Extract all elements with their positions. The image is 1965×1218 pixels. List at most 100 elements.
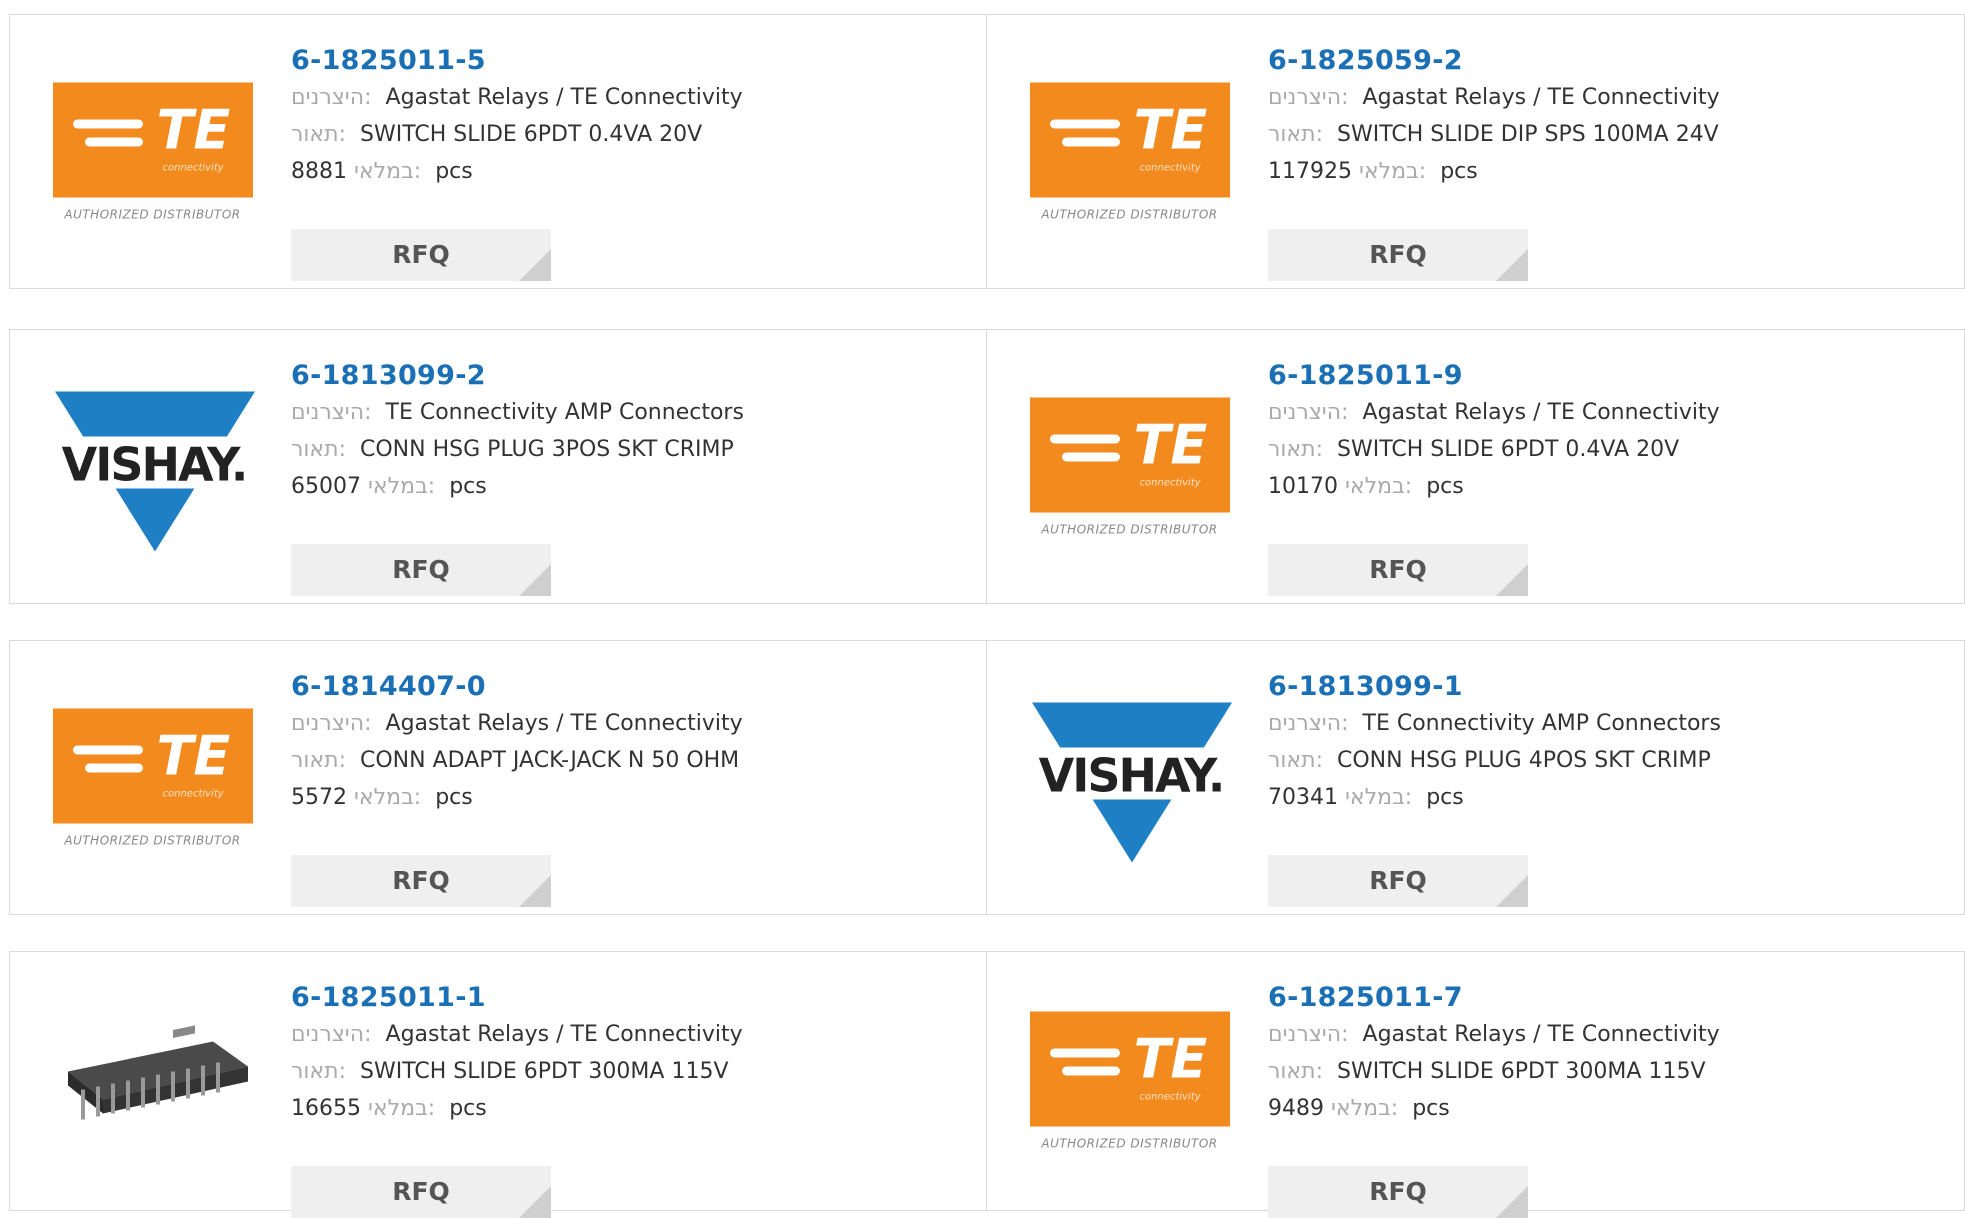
manufacturer-row: היצרנים: Agastat Relays / TE Connectivit… <box>291 79 967 116</box>
stock-unit: pcs <box>1426 474 1464 499</box>
authorized-distributor-text: AUTHORIZED DISTRIBUTOR <box>1041 1136 1218 1151</box>
vishay-wordmark: VISHAY. <box>62 437 247 491</box>
product-image[interactable]: VISHAY. <box>50 379 260 554</box>
description-value: CONN HSG PLUG 3POS SKT CRIMP <box>360 437 734 462</box>
product-card: TE connectivity AUTHORIZED DISTRIBUTOR 6… <box>9 14 988 289</box>
manufacturer-row: היצרנים: Agastat Relays / TE Connectivit… <box>1268 79 1944 116</box>
product-card: TE connectivity AUTHORIZED DISTRIBUTOR 6… <box>986 14 1965 289</box>
description-value: CONN HSG PLUG 4POS SKT CRIMP <box>1337 748 1711 773</box>
rfq-button[interactable]: RFQ <box>291 1166 551 1218</box>
rfq-button[interactable]: RFQ <box>291 544 551 596</box>
part-number-link[interactable]: 6-1814407-0 <box>291 669 967 705</box>
stock-value: 10170 <box>1268 474 1338 499</box>
manufacturer-label: היצרנים: <box>291 1022 372 1047</box>
stock-row: 70341 במלאי: pcs <box>1268 779 1944 816</box>
rfq-button[interactable]: RFQ <box>291 229 551 281</box>
corner-decoration <box>1496 875 1528 907</box>
manufacturer-label: היצרנים: <box>291 85 372 110</box>
manufacturer-value: TE Connectivity AMP Connectors <box>1362 711 1721 736</box>
stock-row: 65007 במלאי: pcs <box>291 468 967 505</box>
product-card: TE connectivity AUTHORIZED DISTRIBUTOR 6… <box>986 951 1965 1218</box>
description-value: SWITCH SLIDE 6PDT 300MA 115V <box>1337 1059 1706 1084</box>
description-label: תאור: <box>1268 437 1323 462</box>
product-image[interactable]: TE connectivity AUTHORIZED DISTRIBUTOR <box>1027 379 1232 554</box>
te-logo: TE connectivity AUTHORIZED DISTRIBUTOR <box>1029 397 1230 536</box>
product-info: 6-1814407-0 היצרנים: Agastat Relays / TE… <box>291 669 967 907</box>
manufacturer-label: היצרנים: <box>1268 1022 1349 1047</box>
product-info: 6-1825011-5 היצרנים: Agastat Relays / TE… <box>291 43 967 281</box>
part-number-link[interactable]: 6-1825011-5 <box>291 43 967 79</box>
authorized-distributor-text: AUTHORIZED DISTRIBUTOR <box>64 207 241 221</box>
description-label: תאור: <box>291 437 346 462</box>
product-info: 6-1825011-9 היצרנים: Agastat Relays / TE… <box>1268 358 1944 596</box>
stock-label: במלאי: <box>368 474 436 499</box>
manufacturer-label: היצרנים: <box>1268 711 1349 736</box>
manufacturer-value: Agastat Relays / TE Connectivity <box>385 1022 743 1047</box>
description-label: תאור: <box>291 122 346 147</box>
corner-decoration <box>1496 249 1528 281</box>
product-image[interactable]: TE connectivity AUTHORIZED DISTRIBUTOR <box>50 64 255 239</box>
stock-value: 9489 <box>1268 1096 1324 1121</box>
description-label: תאור: <box>1268 1059 1323 1084</box>
manufacturer-row: היצרנים: TE Connectivity AMP Connectors <box>1268 705 1944 742</box>
stock-row: 10170 במלאי: pcs <box>1268 468 1944 505</box>
manufacturer-row: היצרנים: Agastat Relays / TE Connectivit… <box>1268 394 1944 431</box>
manufacturer-value: Agastat Relays / TE Connectivity <box>385 85 743 110</box>
stock-unit: pcs <box>1412 1096 1450 1121</box>
stock-label: במלאי: <box>1345 474 1413 499</box>
description-label: תאור: <box>291 748 346 773</box>
corner-decoration <box>519 875 551 907</box>
stock-value: 65007 <box>291 474 361 499</box>
product-image[interactable]: TE connectivity AUTHORIZED DISTRIBUTOR <box>1027 994 1232 1169</box>
rfq-button[interactable]: RFQ <box>291 855 551 907</box>
stock-value: 117925 <box>1268 159 1352 184</box>
description-row: תאור: CONN ADAPT JACK-JACK N 50 OHM <box>291 742 967 779</box>
corner-decoration <box>519 564 551 596</box>
rfq-button[interactable]: RFQ <box>1268 1166 1528 1218</box>
description-value: CONN ADAPT JACK-JACK N 50 OHM <box>360 748 740 773</box>
rfq-label: RFQ <box>1369 866 1427 895</box>
authorized-distributor-text: AUTHORIZED DISTRIBUTOR <box>1041 207 1218 221</box>
stock-row: 5572 במלאי: pcs <box>291 779 967 816</box>
product-image[interactable]: TE connectivity AUTHORIZED DISTRIBUTOR <box>50 690 255 865</box>
description-value: SWITCH SLIDE 6PDT 0.4VA 20V <box>360 122 703 147</box>
rfq-button[interactable]: RFQ <box>1268 855 1528 907</box>
manufacturer-value: Agastat Relays / TE Connectivity <box>1362 400 1720 425</box>
rfq-button[interactable]: RFQ <box>1268 544 1528 596</box>
manufacturer-label: היצרנים: <box>291 400 372 425</box>
manufacturer-value: Agastat Relays / TE Connectivity <box>1362 1022 1720 1047</box>
part-number-link[interactable]: 6-1825059-2 <box>1268 43 1944 79</box>
product-card: 6-1825011-1 היצרנים: Agastat Relays / TE… <box>9 951 988 1218</box>
part-number-link[interactable]: 6-1813099-1 <box>1268 669 1944 705</box>
corner-decoration <box>1496 564 1528 596</box>
description-row: תאור: SWITCH SLIDE 6PDT 0.4VA 20V <box>1268 431 1944 468</box>
product-image[interactable] <box>50 994 255 1169</box>
authorized-distributor-text: AUTHORIZED DISTRIBUTOR <box>64 833 241 847</box>
product-image[interactable]: TE connectivity AUTHORIZED DISTRIBUTOR <box>1027 64 1232 239</box>
description-row: תאור: SWITCH SLIDE 6PDT 0.4VA 20V <box>291 116 967 153</box>
stock-unit: pcs <box>1426 785 1464 810</box>
description-row: תאור: SWITCH SLIDE 6PDT 300MA 115V <box>291 1053 967 1090</box>
product-info: 6-1813099-1 היצרנים: TE Connectivity AMP… <box>1268 669 1944 907</box>
part-number-link[interactable]: 6-1825011-9 <box>1268 358 1944 394</box>
manufacturer-row: היצרנים: Agastat Relays / TE Connectivit… <box>291 1016 967 1053</box>
product-image[interactable]: VISHAY. <box>1027 690 1237 865</box>
product-card: TE connectivity AUTHORIZED DISTRIBUTOR 6… <box>986 329 1965 604</box>
rfq-label: RFQ <box>392 555 450 584</box>
rfq-label: RFQ <box>392 1177 450 1206</box>
part-number-link[interactable]: 6-1825011-1 <box>291 980 967 1016</box>
rfq-button[interactable]: RFQ <box>1268 229 1528 281</box>
description-label: תאור: <box>291 1059 346 1084</box>
stock-label: במלאי: <box>354 785 422 810</box>
part-number-link[interactable]: 6-1813099-2 <box>291 358 967 394</box>
rfq-label: RFQ <box>392 240 450 269</box>
stock-label: במלאי: <box>1358 159 1427 184</box>
vishay-wordmark: VISHAY. <box>1039 748 1224 802</box>
stock-unit: pcs <box>1440 159 1478 184</box>
stock-unit: pcs <box>435 159 473 184</box>
description-row: תאור: CONN HSG PLUG 4POS SKT CRIMP <box>1268 742 1944 779</box>
part-number-link[interactable]: 6-1825011-7 <box>1268 980 1944 1016</box>
authorized-distributor-text: AUTHORIZED DISTRIBUTOR <box>1041 522 1218 536</box>
description-row: תאור: CONN HSG PLUG 3POS SKT CRIMP <box>291 431 967 468</box>
te-logo: TE connectivity AUTHORIZED DISTRIBUTOR <box>1029 1011 1230 1151</box>
